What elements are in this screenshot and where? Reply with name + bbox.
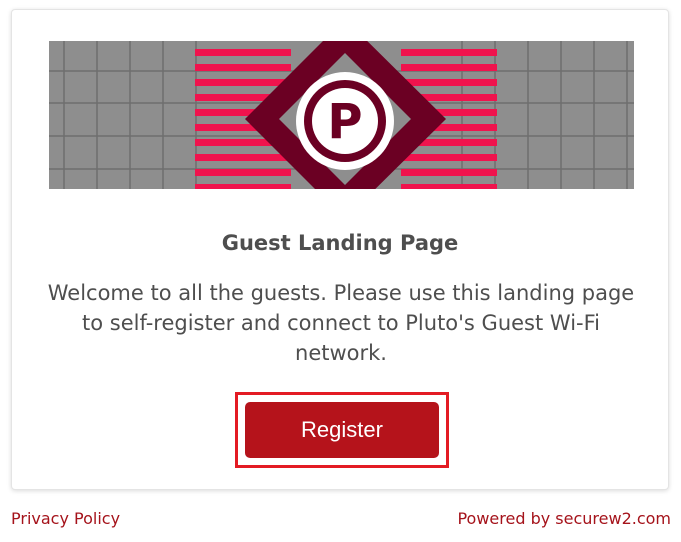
page-title: Guest Landing Page xyxy=(221,231,459,255)
pluto-logo-banner: P xyxy=(49,41,634,189)
privacy-policy-link[interactable]: Privacy Policy xyxy=(11,509,120,528)
powered-by-link[interactable]: Powered by securew2.com xyxy=(457,509,671,528)
banner-image: P xyxy=(49,41,634,189)
register-button[interactable]: Register xyxy=(245,402,439,458)
landing-card: P Guest Landing Page Welcome to all the … xyxy=(11,9,669,490)
logo-letter: P xyxy=(327,94,362,150)
register-focus-outline: Register xyxy=(235,392,449,468)
welcome-message: Welcome to all the guests. Please use th… xyxy=(47,281,635,365)
